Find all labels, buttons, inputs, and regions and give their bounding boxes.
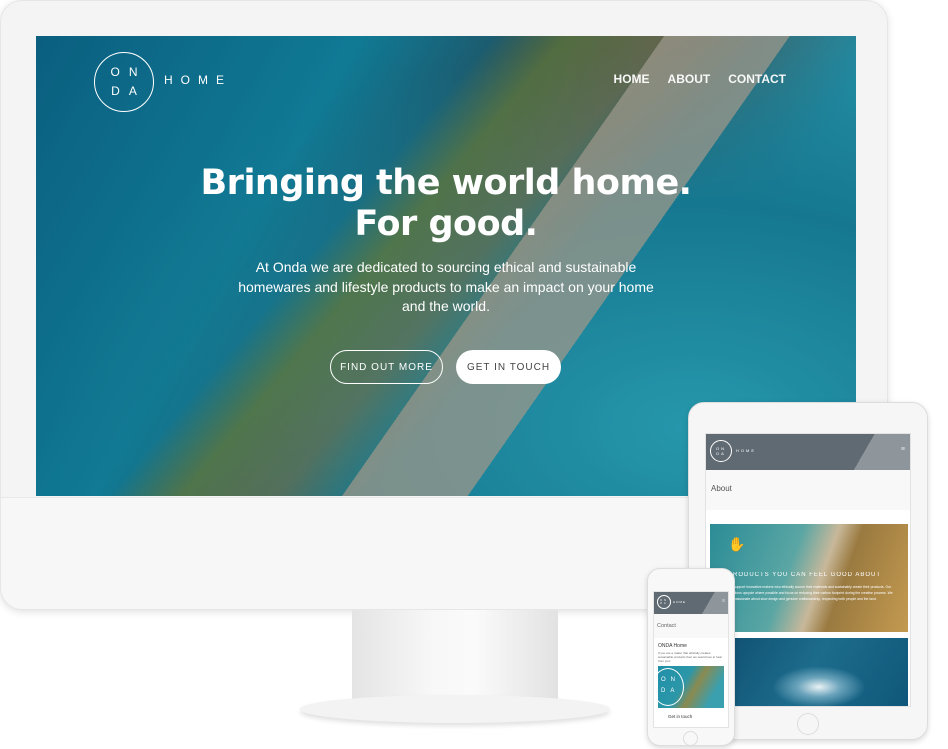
- get-in-touch-button[interactable]: GET IN TOUCH: [456, 350, 561, 384]
- desktop-screen: ON DA HOME HOME ABOUT CONTACT Bringing t…: [36, 36, 856, 496]
- onda-logo-overlay: ON DA: [654, 668, 684, 706]
- phone-screen: ON DA HOME ≡ Contact ONDA Home If you ar…: [653, 591, 729, 728]
- headline-line: For good.: [354, 204, 538, 244]
- ocean-image: [710, 638, 908, 706]
- card-title: PRODUCTS YOU CAN FEEL GOOD ABOUT: [728, 572, 882, 578]
- main-nav: HOME ABOUT CONTACT: [614, 72, 786, 86]
- headline-line: Bringing the world home.: [200, 163, 692, 203]
- logo-text: DA: [661, 688, 680, 694]
- logo-text: DA: [660, 602, 668, 605]
- contact-heading: ONDA Home: [658, 643, 687, 649]
- onda-logo[interactable]: ON DA: [94, 52, 154, 112]
- hand-icon: ✋: [728, 536, 746, 552]
- onda-logo[interactable]: ON DA: [657, 595, 671, 609]
- phone-header: ON DA HOME ≡: [654, 592, 728, 614]
- contact-text: If you are a maker that ethically create…: [658, 651, 723, 663]
- nav-about[interactable]: ABOUT: [668, 72, 711, 86]
- logo-text: ON: [110, 65, 147, 79]
- home-button[interactable]: [683, 731, 698, 746]
- brand-name: HOME: [673, 600, 686, 604]
- hero-headline: Bringing the world home. For good.: [36, 163, 856, 245]
- get-in-touch-link[interactable]: Get in touch: [654, 711, 728, 722]
- logo-text: ON: [661, 677, 680, 683]
- monitor-base: [300, 695, 610, 723]
- phone-device: ON DA HOME ≡ Contact ONDA Home If you ar…: [647, 568, 735, 746]
- hamburger-icon[interactable]: ≡: [901, 446, 905, 453]
- hamburger-icon[interactable]: ≡: [722, 598, 725, 604]
- nav-home[interactable]: HOME: [614, 72, 650, 86]
- nav-contact[interactable]: CONTACT: [728, 72, 786, 86]
- logo-text: DA: [111, 84, 146, 98]
- home-button[interactable]: [797, 713, 819, 735]
- find-out-more-button[interactable]: FIND OUT MORE: [330, 350, 443, 384]
- brand-name: HOME: [164, 73, 232, 87]
- contact-image: ON DA: [654, 666, 724, 708]
- card-text: We support innovative makers who ethical…: [728, 585, 893, 601]
- monitor-stand: [352, 610, 558, 705]
- about-card: ✋ PRODUCTS YOU CAN FEEL GOOD ABOUT We su…: [710, 524, 908, 632]
- section-title: Contact: [654, 614, 728, 638]
- hero-subtext: At Onda we are dedicated to sourcing eth…: [238, 259, 654, 314]
